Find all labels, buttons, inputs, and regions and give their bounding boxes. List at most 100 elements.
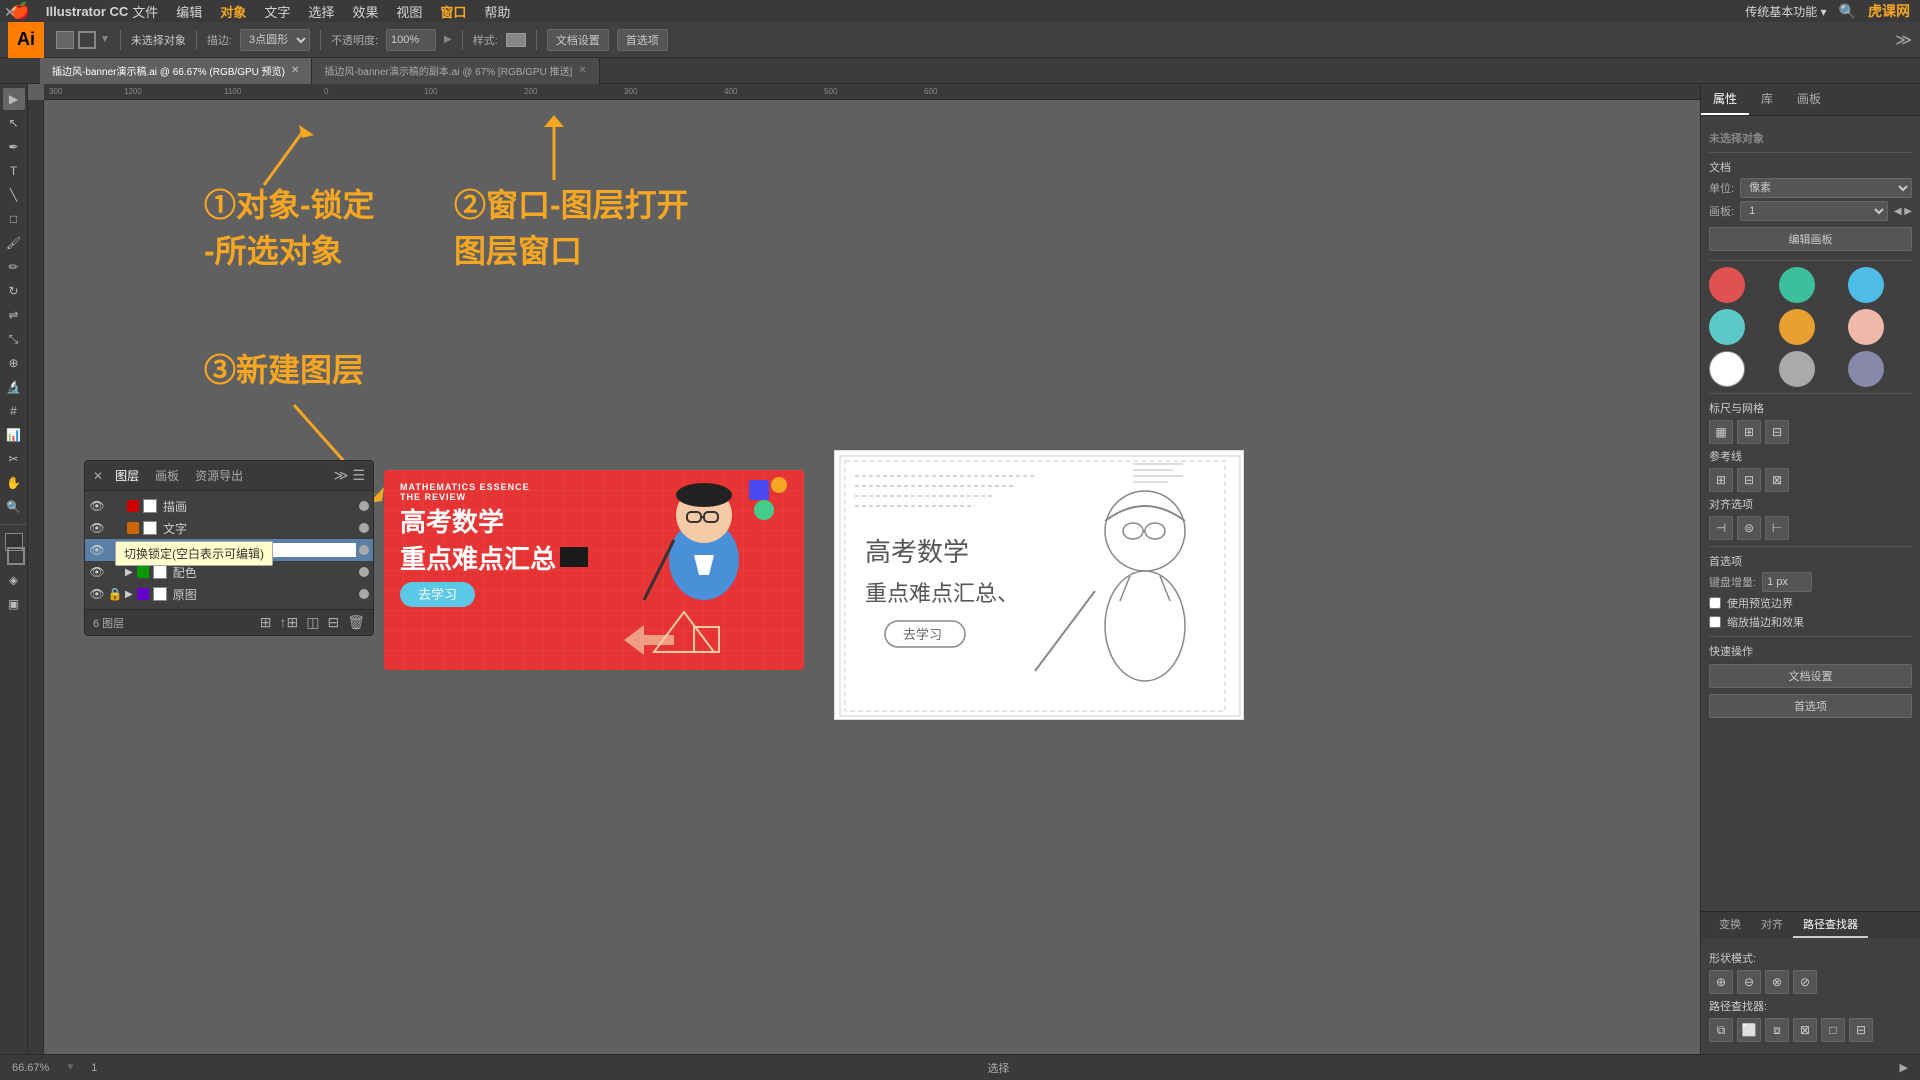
line-tool[interactable]: ╲ <box>3 184 25 206</box>
layer-5-visibility[interactable]: 👁 <box>89 587 105 601</box>
guide-icon-3[interactable]: ⊠ <box>1765 468 1789 492</box>
artboards-tab-right[interactable]: 画板 <box>1785 84 1833 115</box>
minus-back-btn[interactable]: ⊟ <box>1849 1018 1873 1042</box>
crop-btn[interactable]: ⊠ <box>1793 1018 1817 1042</box>
hand-tool[interactable]: ✋ <box>3 472 25 494</box>
trim-btn[interactable]: ⬜ <box>1737 1018 1761 1042</box>
scale-tool[interactable]: ⤡ <box>3 328 25 350</box>
menu-type[interactable]: 文字 <box>264 2 290 21</box>
select-tool[interactable]: ▶ <box>3 88 25 110</box>
pen-tool[interactable]: ✒ <box>3 136 25 158</box>
move-to-new-layer[interactable]: ↑⊞ <box>280 614 299 631</box>
quick-preferences[interactable]: 首选项 <box>1709 694 1912 718</box>
layer-3-visibility[interactable]: 👁 <box>89 543 105 557</box>
tab-main[interactable]: 插边风-banner演示稿.ai @ 66.67% (RGB/GPU 预览) ✕ <box>40 58 312 84</box>
rotate-tool[interactable]: ↻ <box>3 280 25 302</box>
quick-doc-settings[interactable]: 文档设置 <box>1709 664 1912 688</box>
artboard-arrows[interactable]: ◀ ▶ <box>1894 206 1912 217</box>
tab-copy[interactable]: 插边风-banner演示稿的副本.ai @ 67% [RGB/GPU 推送] ✕ <box>312 58 599 84</box>
merge-btn[interactable]: ⧈ <box>1765 1018 1789 1042</box>
create-new-sublayer[interactable]: ⊟ <box>327 614 339 631</box>
canvas-content[interactable]: ①对象-锁定 -所选对象 ②窗口-图层打开 图层窗口 ③新建图层 <box>44 100 1700 1054</box>
draw-mode[interactable]: ◈ <box>3 569 25 591</box>
layer-5-expand[interactable]: ▶ <box>125 589 133 600</box>
swatch-white[interactable] <box>1709 351 1745 387</box>
play-btn[interactable]: ▶ <box>1900 1061 1908 1074</box>
align-left[interactable]: ⊣ <box>1709 516 1733 540</box>
menu-window[interactable]: 窗口 <box>440 2 466 21</box>
layers-panel-menu[interactable]: ☰ <box>352 467 365 484</box>
slice-tool[interactable]: ✂ <box>3 448 25 470</box>
swatch-teal[interactable] <box>1779 267 1815 303</box>
swatch-peach[interactable] <box>1848 309 1884 345</box>
menu-view[interactable]: 视图 <box>396 2 422 21</box>
layer-2-visibility[interactable]: 👁 <box>89 521 105 535</box>
menu-object[interactable]: 对象 <box>220 2 246 21</box>
menu-edit[interactable]: 编辑 <box>176 2 202 21</box>
opacity-arrow[interactable]: ▶ <box>444 34 452 45</box>
align-right[interactable]: ⊢ <box>1765 516 1789 540</box>
layer-1-name[interactable]: 描画 <box>163 498 357 515</box>
preferences-btn[interactable]: 首选项 <box>617 29 668 51</box>
scale-corners-checkbox[interactable] <box>1709 616 1721 628</box>
doc-settings-btn[interactable]: 文档设置 <box>547 29 609 51</box>
preview-bounds-checkbox[interactable] <box>1709 597 1721 609</box>
mirror-tool[interactable]: ⇌ <box>3 304 25 326</box>
swatch-blue[interactable] <box>1848 267 1884 303</box>
layer-row-1[interactable]: 👁 描画 <box>85 495 373 517</box>
tab-copy-close[interactable]: ✕ <box>578 65 586 76</box>
tab-main-close[interactable]: ✕ <box>291 65 299 76</box>
search-icon[interactable]: 🔍 <box>1839 3 1856 20</box>
layer-1-visibility[interactable]: 👁 <box>89 499 105 513</box>
outline-btn[interactable]: □ <box>1821 1018 1845 1042</box>
guide-icon-2[interactable]: ⊟ <box>1737 468 1761 492</box>
swatch-red[interactable] <box>1709 267 1745 303</box>
swatch-purple-grey[interactable] <box>1848 351 1884 387</box>
swatch-orange[interactable] <box>1779 309 1815 345</box>
divide-btn[interactable]: ⧉ <box>1709 1018 1733 1042</box>
unit-select[interactable]: 像素 <box>1740 178 1912 198</box>
paintbrush-tool[interactable]: 🖌 <box>3 232 25 254</box>
grid-icon-2[interactable]: ⊞ <box>1737 420 1761 444</box>
artboard-select[interactable]: 1 <box>1740 201 1888 221</box>
swatch-grey[interactable] <box>1779 351 1815 387</box>
pencil-tool[interactable]: ✏ <box>3 256 25 278</box>
menu-file[interactable]: 文件 <box>132 2 158 21</box>
libraries-tab[interactable]: 库 <box>1749 84 1785 115</box>
pathfinder-tab[interactable]: 路径查找器 <box>1793 912 1868 938</box>
grid-icon-1[interactable]: ▦ <box>1709 420 1733 444</box>
zoom-tool[interactable]: 🔍 <box>3 496 25 518</box>
guide-icon-1[interactable]: ⊞ <box>1709 468 1733 492</box>
panel-toggle-icon[interactable]: ≫ <box>1895 30 1912 50</box>
rect-tool[interactable]: □ <box>3 208 25 230</box>
unite-btn[interactable]: ⊕ <box>1709 970 1733 994</box>
new-layer-btn[interactable]: ⊞ <box>260 614 272 631</box>
properties-tab[interactable]: 属性 <box>1701 84 1749 115</box>
type-tool[interactable]: T <box>3 160 25 182</box>
align-center[interactable]: ⊜ <box>1737 516 1761 540</box>
layers-tab[interactable]: 图层 <box>111 465 143 486</box>
minus-front-btn[interactable]: ⊖ <box>1737 970 1761 994</box>
canvas-area[interactable]: 300 1200 1100 0 100 200 300 400 500 600 … <box>28 84 1700 1054</box>
mesh-tool[interactable]: # <box>3 400 25 422</box>
layer-row-2[interactable]: 👁 文字 <box>85 517 373 539</box>
layers-close-btn[interactable]: ✕ <box>93 469 103 483</box>
chart-tool[interactable]: 📊 <box>3 424 25 446</box>
grid-icon-3[interactable]: ⊟ <box>1765 420 1789 444</box>
eyedropper-tool[interactable]: 🔬 <box>3 376 25 398</box>
layer-2-name[interactable]: 文字 <box>163 520 357 537</box>
delete-layer-btn[interactable]: 🗑 <box>347 614 365 631</box>
blend-tool[interactable]: ⊕ <box>3 352 25 374</box>
layer-5-name[interactable]: 原图 <box>173 586 357 603</box>
stroke-swatch[interactable] <box>7 547 25 565</box>
menu-help[interactable]: 帮助 <box>484 2 510 21</box>
workspace-selector[interactable]: 传统基本功能 ▾ <box>1745 3 1826 20</box>
opacity-input[interactable] <box>386 29 436 51</box>
swatch-cyan[interactable] <box>1709 309 1745 345</box>
fill-color[interactable] <box>56 31 74 49</box>
make-clipping-mask[interactable]: ◫ <box>306 614 319 631</box>
layer-row-5[interactable]: 👁 🔒 ▶ 原图 <box>85 583 373 605</box>
stroke-color[interactable] <box>78 31 96 49</box>
direct-select-tool[interactable]: ↖ <box>3 112 25 134</box>
stroke-select[interactable]: 3点圆形 <box>240 29 310 51</box>
